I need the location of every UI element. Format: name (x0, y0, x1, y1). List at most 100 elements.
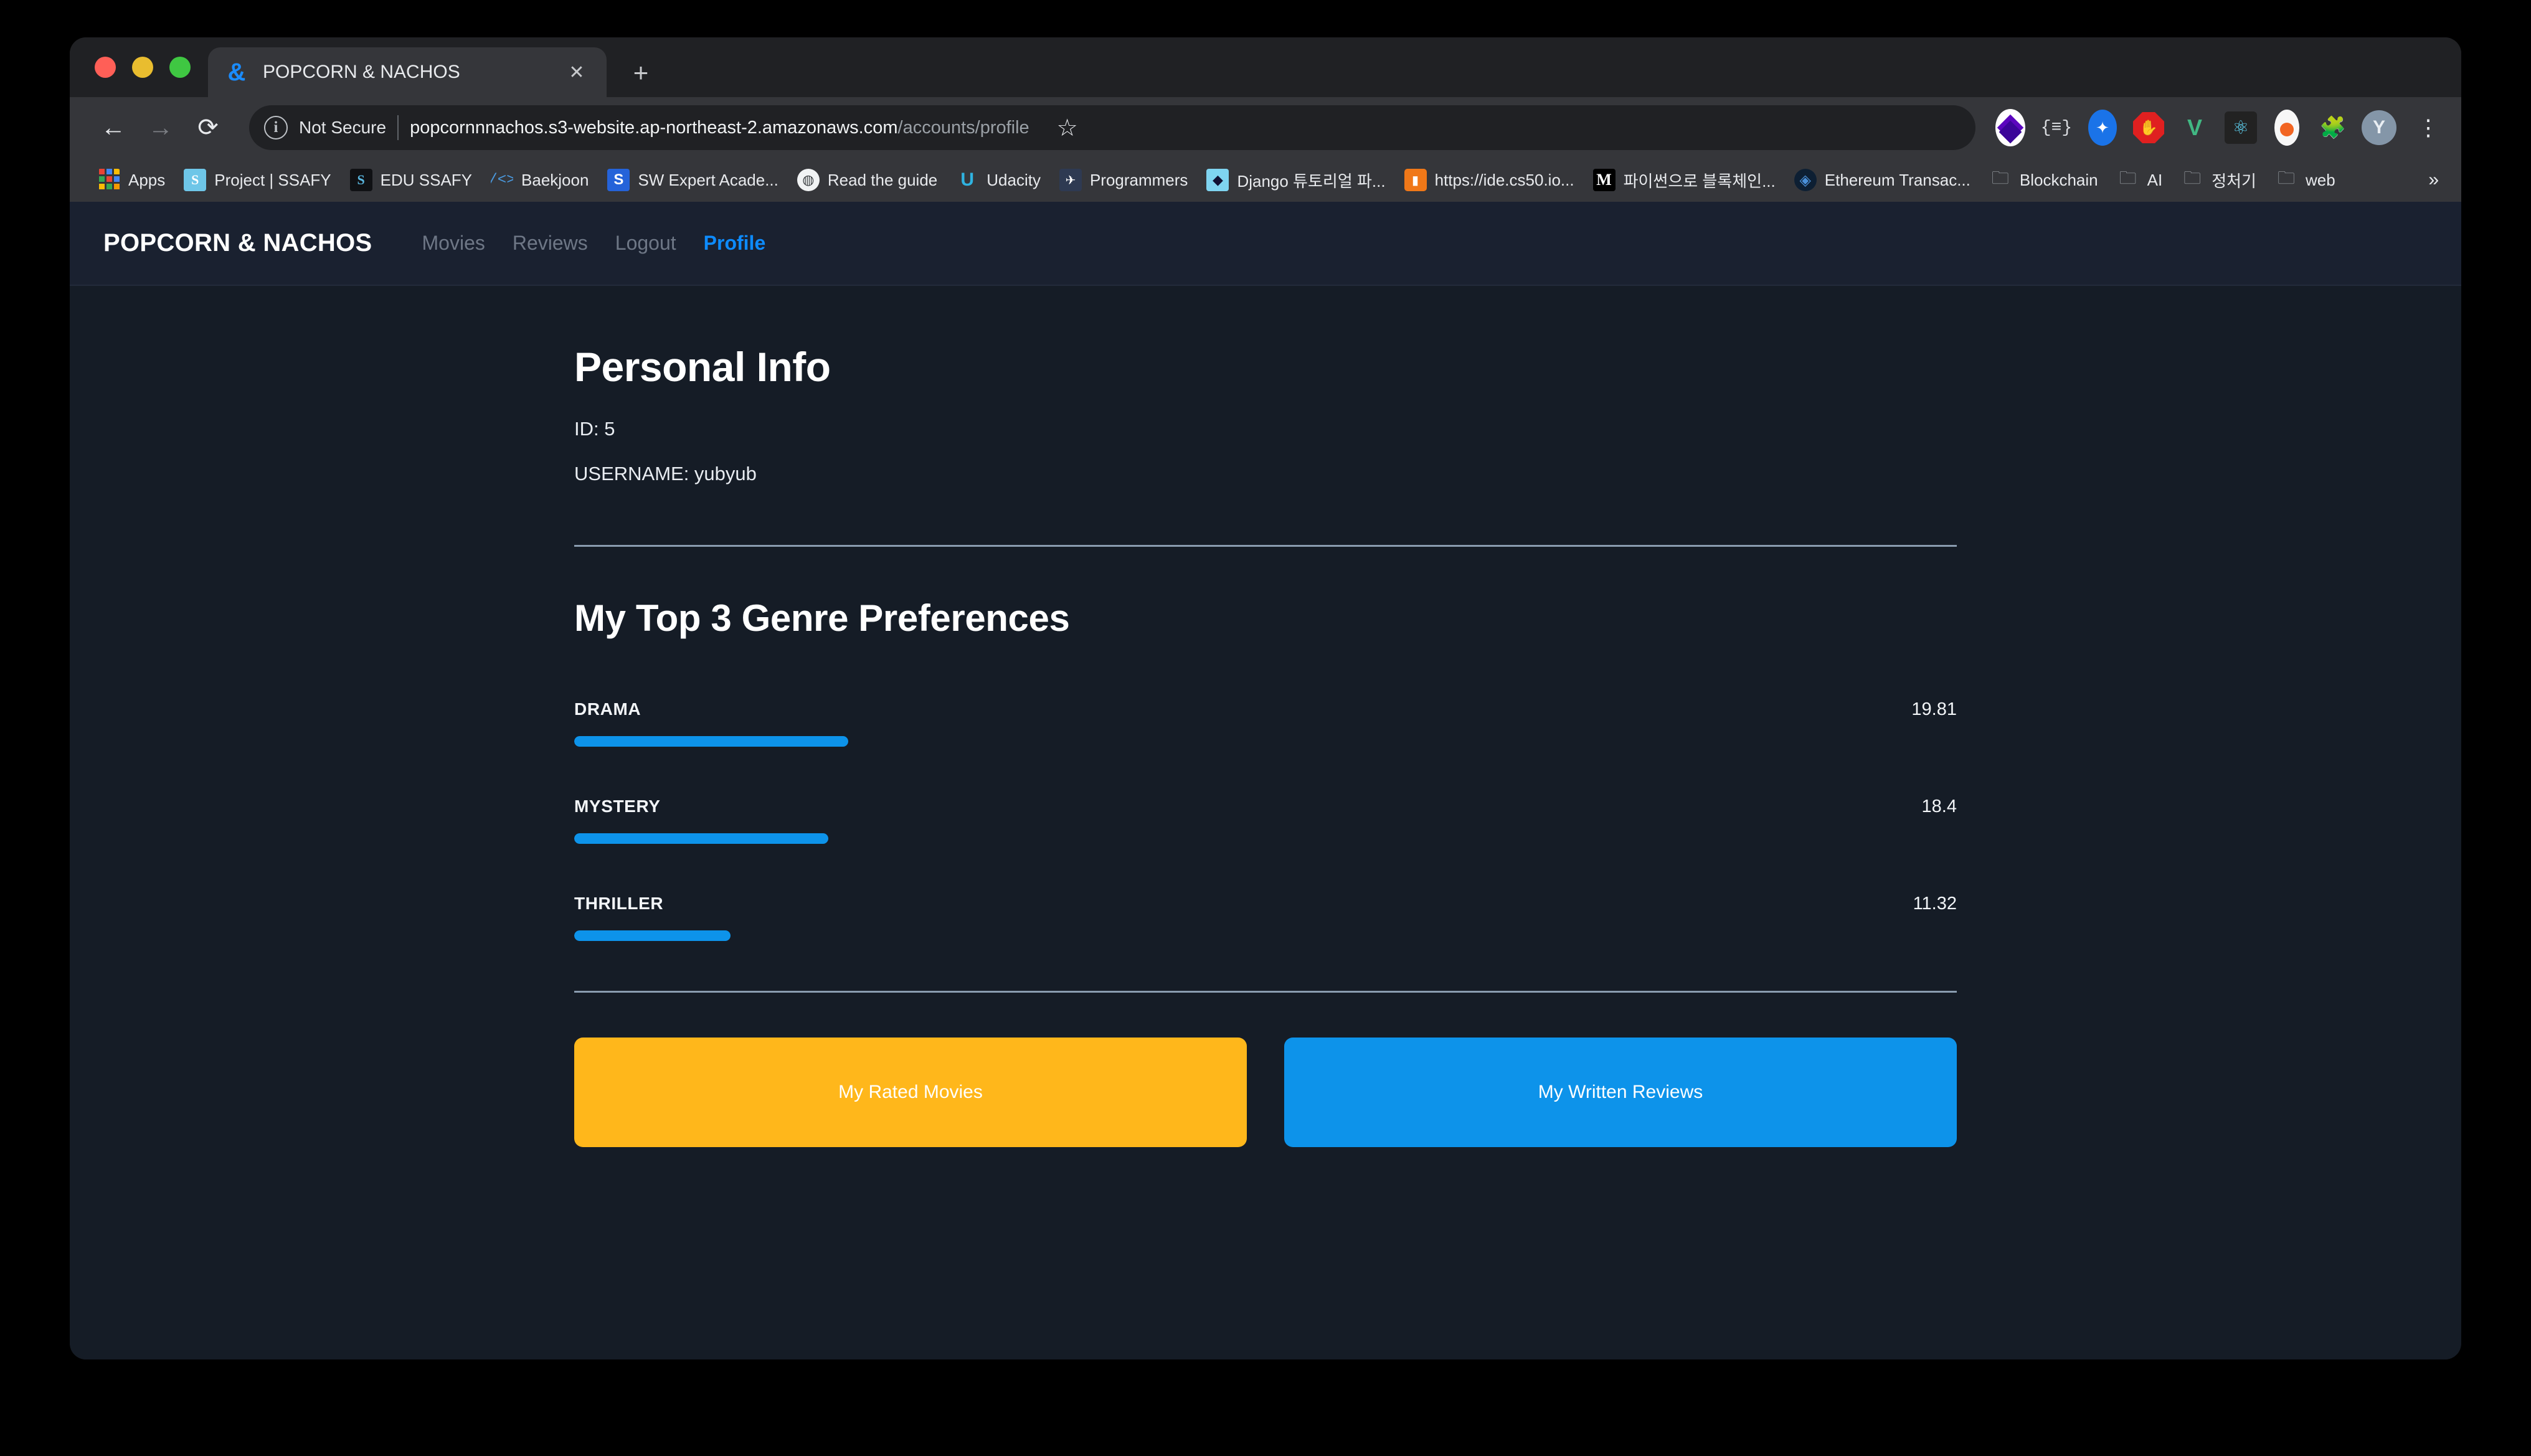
nav-link-reviews[interactable]: Reviews (499, 225, 602, 261)
forward-button[interactable]: → (138, 105, 183, 150)
bookmark-read-the-guide[interactable]: ◍ Read the guide (788, 164, 947, 196)
section-divider-top (574, 545, 1957, 547)
browser-toolbar: ← → ⟳ i Not Secure popcornnnachos.s3-web… (70, 97, 2461, 158)
ampersand-icon: & (227, 59, 246, 86)
bookmark-label: Programmers (1089, 170, 1188, 189)
bookmark-label: web (2305, 170, 2335, 189)
bookmark-ethereum[interactable]: ◈ Ethereum Transac... (1785, 164, 1980, 196)
personal-info-heading: Personal Info (574, 344, 831, 390)
url-text: popcornnnachos.s3-website.ap-northeast-2… (410, 118, 1029, 138)
nav-link-logout[interactable]: Logout (602, 225, 690, 261)
bookmark-django[interactable]: ◆ Django 튜토리얼 파... (1197, 164, 1394, 197)
ssafy-icon: S (184, 169, 207, 191)
django-icon: ◆ (1206, 169, 1229, 191)
site-nav-links: Movies Reviews Logout Profile (409, 225, 780, 261)
genre-header: DRAMA 19.81 (574, 699, 1957, 720)
chrome-menu-icon[interactable]: ⋮ (2406, 109, 2444, 146)
my-rated-movies-button[interactable]: My Rated Movies (574, 1038, 1247, 1147)
bookmark-baekjoon[interactable]: /<> Baekjoon (481, 164, 598, 196)
genre-value: 18.4 (1921, 797, 1957, 816)
genre-progress-fill (574, 736, 848, 747)
bookmark-label: Baekjoon (521, 170, 589, 189)
bookmark-folder-ai[interactable]: 🗀 AI (2108, 164, 2172, 196)
bookmark-apps[interactable]: Apps (88, 164, 174, 196)
folder-icon: 🗀 (2183, 169, 2202, 187)
window-traffic-lights (87, 37, 208, 97)
username-line: USERNAME: yubyub (574, 463, 757, 485)
bookmark-label: Ethereum Transac... (1824, 170, 1970, 189)
nav-link-profile[interactable]: Profile (690, 225, 780, 261)
browser-window: & POPCORN & NACHOS ✕ + ← → ⟳ i Not Secur… (70, 37, 2461, 1359)
baekjoon-icon: /<> (491, 171, 514, 189)
genre-progress-track (574, 930, 1957, 941)
bookmark-edu-ssafy[interactable]: S EDU SSAFY (341, 164, 481, 196)
action-buttons: My Rated Movies My Written Reviews (574, 1038, 1957, 1147)
reload-button[interactable]: ⟳ (186, 105, 230, 150)
nav-link-movies[interactable]: Movies (409, 225, 499, 261)
folder-icon: 🗀 (2119, 169, 2137, 187)
bookmark-project-ssafy[interactable]: S Project | SSAFY (174, 164, 340, 196)
site-navbar: POPCORN & NACHOS Movies Reviews Logout P… (70, 202, 2461, 286)
tab-strip: & POPCORN & NACHOS ✕ + (70, 37, 2461, 97)
json-formatter-icon[interactable]: {≡} (2038, 109, 2075, 146)
omnibox-separator (397, 115, 399, 140)
bookmark-folder-blockchain[interactable]: 🗀 Blockchain (1980, 164, 2108, 196)
genre-name: DRAMA (574, 699, 641, 719)
profile-avatar[interactable]: Y (2360, 109, 2398, 146)
genre-name: MYSTERY (574, 797, 661, 816)
cs50-icon: ▮ (1404, 169, 1427, 191)
my-written-reviews-button[interactable]: My Written Reviews (1284, 1038, 1957, 1147)
bookmark-label: Read the guide (827, 170, 938, 189)
ethereum-icon: ◈ (1794, 169, 1817, 191)
bookmark-label: Blockchain (2019, 170, 2098, 189)
orange-drop-icon[interactable] (2268, 109, 2306, 146)
react-devtools-icon[interactable]: ⚛ (2222, 109, 2259, 146)
bookmark-sw-expert[interactable]: S SW Expert Acade... (598, 164, 787, 196)
new-tab-button[interactable]: + (620, 52, 661, 93)
bookmark-medium-blockchain[interactable]: M 파이썬으로 블록체인... (1584, 164, 1785, 197)
genre-row: DRAMA 19.81 (574, 699, 1957, 747)
bookmarks-overflow-button[interactable]: » (2418, 169, 2449, 191)
metamask-icon[interactable] (1992, 109, 2029, 146)
bookmark-label: Apps (128, 170, 166, 189)
bookmark-udacity[interactable]: U Udacity (947, 164, 1050, 196)
site-info-icon[interactable]: i (264, 116, 288, 139)
bookmark-programmers[interactable]: ✈ Programmers (1050, 164, 1197, 196)
close-tab-icon[interactable]: ✕ (563, 59, 590, 86)
bookmark-label: EDU SSAFY (380, 170, 473, 189)
blue-app-icon[interactable]: ✦ (2084, 109, 2121, 146)
browser-tab[interactable]: & POPCORN & NACHOS ✕ (208, 47, 607, 97)
extensions-puzzle-icon[interactable]: 🧩 (2314, 109, 2352, 146)
user-id-line: ID: 5 (574, 418, 615, 440)
close-window-button[interactable] (95, 57, 116, 78)
address-bar[interactable]: i Not Secure popcornnnachos.s3-website.a… (249, 105, 1975, 150)
genre-progress-track (574, 736, 1957, 747)
bookmark-star-icon[interactable]: ☆ (1046, 106, 1089, 149)
maximize-window-button[interactable] (169, 57, 191, 78)
udacity-icon: U (960, 169, 975, 190)
genre-value: 11.32 (1913, 894, 1957, 914)
bookmark-label: Udacity (986, 170, 1041, 189)
bookmark-label: Project | SSAFY (214, 170, 331, 189)
bookmark-folder-jeongcheogi[interactable]: 🗀 정처기 (2172, 164, 2266, 197)
site-brand[interactable]: POPCORN & NACHOS (92, 229, 384, 257)
genre-row: MYSTERY 18.4 (574, 797, 1957, 844)
genre-header: MYSTERY 18.4 (574, 797, 1957, 817)
bookmark-label: 파이썬으로 블록체인... (1623, 171, 1776, 191)
genre-value: 19.81 (1911, 699, 1957, 719)
page-viewport: POPCORN & NACHOS Movies Reviews Logout P… (70, 202, 2461, 1359)
bookmark-cs50-ide[interactable]: ▮ https://ide.cs50.io... (1395, 164, 1584, 196)
adblock-icon[interactable]: ✋ (2130, 109, 2167, 146)
vue-devtools-icon[interactable]: V (2176, 109, 2213, 146)
genre-progress-track (574, 833, 1957, 844)
back-button[interactable]: ← (91, 105, 136, 150)
bookmark-folder-web[interactable]: 🗀 web (2266, 164, 2345, 196)
genre-progress-fill (574, 833, 829, 844)
genre-header: THRILLER 11.32 (574, 894, 1957, 914)
url-path: /accounts/profile (897, 117, 1029, 138)
genre-preferences-heading: My Top 3 Genre Preferences (574, 597, 1070, 639)
bookmark-label: AI (2147, 170, 2163, 189)
extension-icons: {≡} ✦ ✋ V ⚛ 🧩 Y ⋮ (1992, 109, 2444, 146)
programmers-icon: ✈ (1059, 169, 1082, 191)
minimize-window-button[interactable] (132, 57, 153, 78)
